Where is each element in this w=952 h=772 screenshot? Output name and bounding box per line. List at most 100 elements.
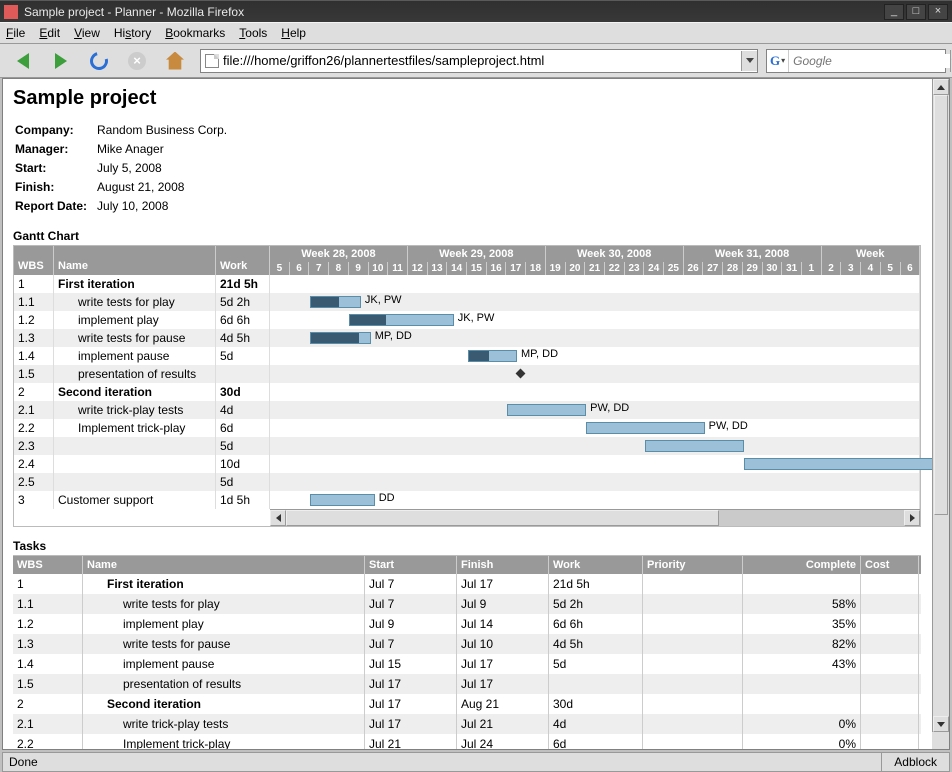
day-header: 29 <box>743 262 763 275</box>
company-value: Random Business Corp. <box>97 122 227 139</box>
menu-tools[interactable]: Tools <box>239 26 267 40</box>
day-header: 10 <box>369 262 389 275</box>
tasks-header-complete: Complete <box>743 556 861 574</box>
day-header: 3 <box>841 262 861 275</box>
back-button[interactable] <box>6 48 40 74</box>
forward-button[interactable] <box>44 48 78 74</box>
adblock-button[interactable]: Adblock <box>881 753 949 771</box>
task-start: Jul 9 <box>365 614 457 634</box>
gantt-bar-zone <box>270 473 920 491</box>
task-finish: Jul 9 <box>457 594 549 614</box>
gantt-task-name: Customer support <box>54 491 216 509</box>
gantt-wbs: 2.4 <box>14 455 54 473</box>
task-finish: Jul 17 <box>457 674 549 694</box>
menu-edit[interactable]: Edit <box>39 26 60 40</box>
start-value: July 5, 2008 <box>97 160 227 177</box>
scroll-left-button[interactable] <box>270 510 286 526</box>
gantt-wbs: 2.1 <box>14 401 54 419</box>
gantt-header: WBS Name Work Week 28, 2008Week 29, 2008… <box>14 246 920 275</box>
tasks-header-priority: Priority <box>643 556 743 574</box>
task-wbs: 2.1 <box>13 714 83 734</box>
tasks-header-name: Name <box>83 556 365 574</box>
gantt-hscroll[interactable] <box>270 509 920 526</box>
gantt-row: 3Customer support1d 5hDD <box>14 491 920 509</box>
gantt-wbs: 3 <box>14 491 54 509</box>
task-cost <box>861 734 919 749</box>
google-icon: G <box>770 53 780 69</box>
maximize-button[interactable]: □ <box>906 4 926 20</box>
scroll-thumb[interactable] <box>286 510 719 526</box>
gantt-wbs: 1 <box>14 275 54 293</box>
menu-file[interactable]: File <box>6 26 25 40</box>
gantt-header-work: Work <box>216 246 270 275</box>
finish-value: August 21, 2008 <box>97 179 227 196</box>
day-header: 30 <box>763 262 783 275</box>
project-meta: Company:Random Business Corp. Manager:Mi… <box>13 120 229 217</box>
task-complete <box>743 694 861 714</box>
task-wbs: 1.3 <box>13 634 83 654</box>
day-header: 18 <box>526 262 546 275</box>
menu-history[interactable]: History <box>114 26 151 40</box>
menu-view[interactable]: View <box>74 26 100 40</box>
task-complete <box>743 674 861 694</box>
task-name: Second iteration <box>83 694 365 714</box>
url-bar[interactable] <box>200 49 758 73</box>
url-input[interactable] <box>223 51 741 71</box>
minimize-button[interactable]: _ <box>884 4 904 20</box>
search-box[interactable]: G▾ <box>766 49 946 73</box>
reload-button[interactable] <box>82 48 116 74</box>
gantt-task-name: presentation of results <box>54 365 216 383</box>
gantt-work: 5d 2h <box>216 293 270 311</box>
home-button[interactable] <box>158 48 192 74</box>
day-header: 15 <box>467 262 487 275</box>
scroll-up-button[interactable] <box>933 79 949 95</box>
vscroll-thumb[interactable] <box>934 95 948 515</box>
task-work: 6d 6h <box>549 614 643 634</box>
gantt-wbs: 1.4 <box>14 347 54 365</box>
close-button[interactable]: × <box>928 4 948 20</box>
tasks-header-cost: Cost <box>861 556 919 574</box>
menu-help[interactable]: Help <box>281 26 306 40</box>
scroll-track[interactable] <box>286 510 904 526</box>
titlebar[interactable]: Sample project - Planner - Mozilla Firef… <box>0 0 952 22</box>
gantt-bar-label: PW, DD <box>590 402 629 414</box>
gantt-body: 1First iteration21d 5h1.1write tests for… <box>14 275 920 509</box>
task-finish: Jul 17 <box>457 574 549 594</box>
day-header: 2 <box>822 262 842 275</box>
arrow-left-icon <box>17 53 29 69</box>
search-input[interactable] <box>789 54 950 68</box>
tasks-header: WBS Name Start Finish Work Priority Comp… <box>13 556 921 574</box>
menu-bookmarks[interactable]: Bookmarks <box>165 26 225 40</box>
start-label: Start: <box>15 160 95 177</box>
day-header: 16 <box>487 262 507 275</box>
day-header: 17 <box>506 262 526 275</box>
week-header: Week 31, 2008 <box>684 246 822 262</box>
task-work: 6d <box>549 734 643 749</box>
week-header: Week 28, 2008 <box>270 246 408 262</box>
task-wbs: 1.1 <box>13 594 83 614</box>
url-dropdown-button[interactable] <box>741 51 757 71</box>
vertical-scrollbar[interactable] <box>932 79 949 732</box>
stop-button[interactable]: × <box>120 48 154 74</box>
task-wbs: 2 <box>13 694 83 714</box>
task-priority <box>643 614 743 634</box>
tasks-header-finish: Finish <box>457 556 549 574</box>
task-wbs: 1.4 <box>13 654 83 674</box>
scroll-down-button[interactable] <box>933 716 949 732</box>
search-engine-button[interactable]: G▾ <box>767 50 789 72</box>
day-header: 24 <box>644 262 664 275</box>
task-wbs: 1.2 <box>13 614 83 634</box>
task-name: write tests for pause <box>83 634 365 654</box>
gantt-work: 5d <box>216 473 270 491</box>
gantt-work: 1d 5h <box>216 491 270 509</box>
task-row: 2.1write trick-play testsJul 17Jul 214d0… <box>13 714 921 734</box>
gantt-bar <box>310 332 371 344</box>
gantt-section-title: Gantt Chart <box>13 229 922 243</box>
task-complete: 58% <box>743 594 861 614</box>
task-cost <box>861 614 919 634</box>
scroll-corner <box>932 732 949 749</box>
task-name: presentation of results <box>83 674 365 694</box>
gantt-row: 2.1write trick-play tests4dPW, DD <box>14 401 920 419</box>
scroll-right-button[interactable] <box>904 510 920 526</box>
task-row: 1First iterationJul 7Jul 1721d 5h <box>13 574 921 594</box>
